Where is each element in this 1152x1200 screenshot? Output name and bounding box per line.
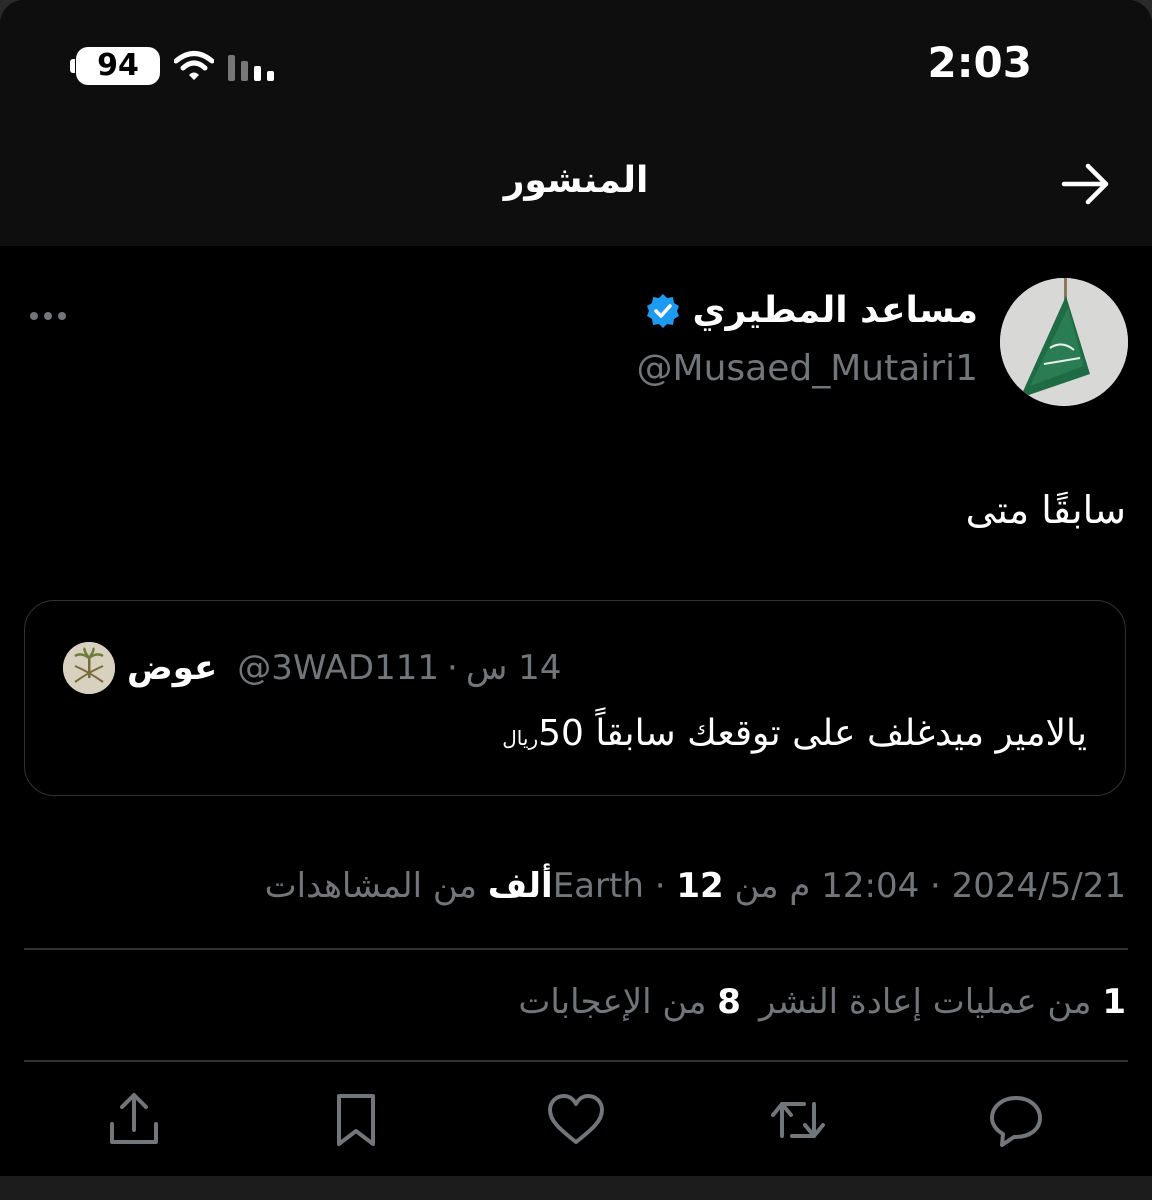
status-time: 2:03 xyxy=(927,38,1032,87)
page-title: المنشور xyxy=(503,160,649,201)
meta-separator: · xyxy=(654,866,666,906)
quoted-author-name[interactable]: عوض xyxy=(127,648,217,688)
bottom-bar xyxy=(0,1176,1152,1200)
battery-indicator: 94 xyxy=(70,47,160,85)
bookmark-icon[interactable] xyxy=(326,1090,386,1150)
likes-count: 8 xyxy=(717,982,741,1022)
post-stats: 1 من عمليات إعادة النشر 8 من الإعجابات xyxy=(518,982,1126,1022)
wifi-icon xyxy=(174,51,214,80)
quoted-author-handle[interactable]: @3WAD111 xyxy=(237,648,439,688)
quoted-author-avatar[interactable] xyxy=(63,642,115,694)
post-meta: 2024/5/21 · 12:04 م من Earth · 12ألف من … xyxy=(265,866,1126,906)
views-label: من المشاهدات xyxy=(264,866,477,906)
reposts-count: 1 xyxy=(1102,982,1126,1022)
currency-label: ريال xyxy=(502,726,539,750)
status-indicators: 94 xyxy=(70,46,282,86)
post-time: 12:04 م xyxy=(789,866,920,906)
author-avatar[interactable] xyxy=(1000,278,1128,406)
post-date: 2024/5/21 xyxy=(951,866,1126,906)
reposts-stat[interactable]: 1 من عمليات إعادة النشر xyxy=(759,982,1126,1022)
top-bar xyxy=(0,0,1152,246)
palm-swords-emblem-icon xyxy=(63,642,115,694)
quoted-post[interactable]: عوض @3WAD111 · 14 س يالامير ميدغلف على ت… xyxy=(24,600,1126,796)
post-screen: 94 2:03 المنشور مساعد المطيري @Musaed_Mu… xyxy=(0,0,1152,1200)
likes-stat[interactable]: 8 من الإعجابات xyxy=(518,982,741,1022)
author-name[interactable]: مساعد المطيري xyxy=(692,290,978,331)
author-handle[interactable]: @Musaed_Mutairi1 xyxy=(637,348,978,389)
quoted-post-header: عوض @3WAD111 · 14 س xyxy=(63,642,562,694)
divider xyxy=(24,948,1128,950)
repost-icon[interactable] xyxy=(768,1090,828,1150)
quoted-post-body: يالامير ميدغلف على توقعك سابقاً 50 xyxy=(538,713,1087,754)
more-options-icon[interactable] xyxy=(26,298,70,334)
quoted-timestamp: 14 س xyxy=(465,648,562,688)
post-source: من Earth xyxy=(552,866,779,906)
saudi-flag-image xyxy=(1000,278,1128,406)
meta-separator: · xyxy=(930,866,941,906)
cellular-signal-icon xyxy=(228,55,274,81)
verified-badge-icon xyxy=(647,293,680,328)
quoted-separator: · xyxy=(447,648,458,688)
quoted-post-text: يالامير ميدغلف على توقعك سابقاً 50ريال xyxy=(502,713,1087,754)
author-name-row[interactable]: مساعد المطيري xyxy=(644,290,978,331)
back-arrow-icon[interactable] xyxy=(1060,162,1112,206)
post-text: سابقًا متى xyxy=(965,488,1126,532)
share-icon[interactable] xyxy=(104,1090,164,1150)
likes-label: من الإعجابات xyxy=(518,982,707,1022)
reply-icon[interactable] xyxy=(986,1090,1046,1150)
divider xyxy=(24,1060,1128,1062)
like-heart-icon[interactable] xyxy=(546,1090,606,1150)
reposts-label: من عمليات إعادة النشر xyxy=(758,982,1092,1022)
action-bar xyxy=(0,1090,1152,1160)
